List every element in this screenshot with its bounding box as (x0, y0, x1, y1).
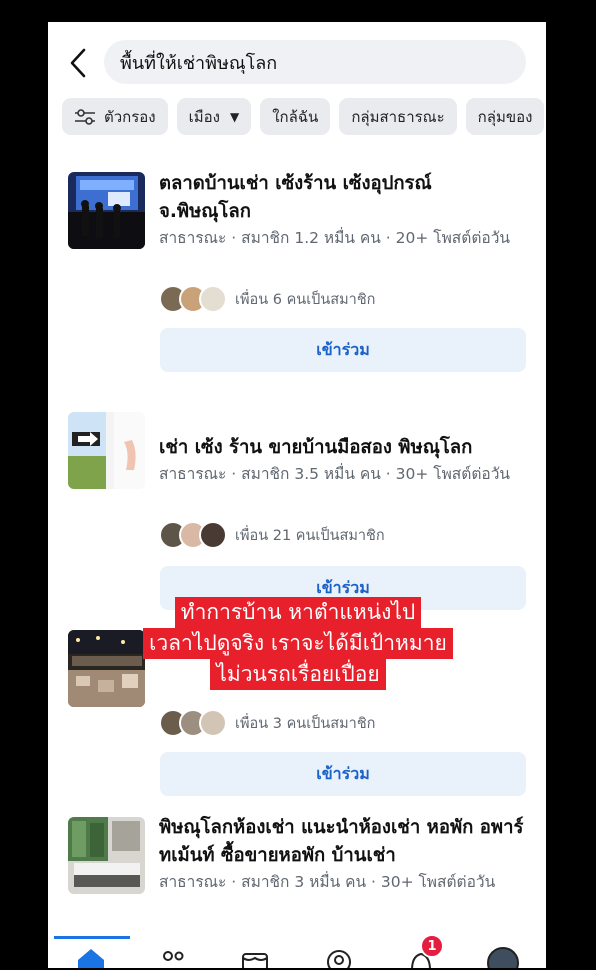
public-groups-chip-label: กลุ่มสาธารณะ (351, 107, 445, 126)
bottom-nav: 1 (48, 934, 546, 968)
search-header: พื้นที่ให้เช่าพิษณุโลก (48, 38, 546, 86)
caret-down-icon: ▼ (230, 109, 240, 124)
notification-badge: 1 (420, 934, 444, 958)
search-query: พื้นที่ให้เช่าพิษณุโลก (120, 52, 278, 74)
join-button[interactable]: เข้าร่วม (160, 328, 526, 372)
friends-icon[interactable] (158, 946, 188, 968)
group-meta: สาธารณะ · สมาชิก 3 หมื่น คน · 30+ โพสต์ต… (159, 873, 496, 891)
friends-row: เพื่อน 3 คนเป็นสมาชิก (159, 708, 375, 738)
group-thumbnail[interactable] (68, 412, 145, 489)
public-groups-chip[interactable]: กลุ่มสาธารณะ (339, 98, 457, 135)
friends-row: เพื่อน 21 คนเป็นสมาชิก (159, 520, 385, 550)
city-chip-label: เมือง (188, 107, 220, 126)
group-title[interactable]: เช่า เซ้ง ร้าน ขายบ้านมือสอง พิษณุโลก (159, 434, 529, 462)
caption-line: เวลาไปดูจริง เราจะได้มีเป้าหมาย (143, 628, 453, 659)
filter-chips: ตัวกรอง เมือง ▼ ใกล้ฉัน กลุ่มสาธารณะ กลุ… (62, 98, 545, 136)
avatar (199, 521, 227, 549)
caption-line: ไม่วนรถเรื่อยเปื่อย (210, 659, 386, 690)
search-input[interactable]: พื้นที่ให้เช่าพิษณุโลก (104, 40, 526, 84)
menu-avatar-icon[interactable] (486, 946, 519, 968)
friends-count: เพื่อน 6 คนเป็นสมาชิก (235, 291, 376, 308)
active-tab-indicator (54, 936, 130, 939)
marketplace-icon[interactable] (240, 946, 270, 968)
group-meta: สาธารณะ · สมาชิก 3.5 หมื่น คน · 30+ โพสต… (159, 465, 511, 483)
group-thumbnail[interactable] (68, 172, 145, 249)
avatar (199, 709, 227, 737)
city-chip[interactable]: เมือง ▼ (176, 98, 252, 135)
caption-line: ทำการบ้าน หาตำแหน่งไป (174, 597, 422, 628)
filter-chip-label: ตัวกรอง (104, 107, 156, 126)
my-groups-chip-label: กลุ่มของ (477, 107, 533, 126)
friends-count: เพื่อน 21 คนเป็นสมาชิก (235, 527, 385, 544)
friends-count: เพื่อน 3 คนเป็นสมาชิก (235, 715, 376, 732)
avatar (199, 285, 227, 313)
group-title[interactable]: พิษณุโลกห้องเช่า แนะนำห้องเช่า หอพัก อพา… (159, 814, 529, 870)
group-meta: สาธารณะ · สมาชิก 1.2 หมื่น คน · 20+ โพสต… (159, 229, 511, 247)
join-button[interactable]: เข้าร่วม (160, 752, 526, 796)
near-me-chip[interactable]: ใกล้ฉัน (260, 98, 331, 135)
near-me-chip-label: ใกล้ฉัน (272, 107, 319, 126)
video-caption: ทำการบ้าน หาตำแหน่งไป เวลาไปดูจริง เราจะ… (0, 597, 596, 690)
profile-icon[interactable] (324, 946, 354, 968)
sliders-icon (75, 108, 95, 125)
home-icon[interactable] (76, 946, 106, 968)
my-groups-chip[interactable]: กลุ่มของ (465, 98, 545, 135)
app-screen: พื้นที่ให้เช่าพิษณุโลก ตัวกรอง เมือง ▼ ใ… (48, 22, 546, 968)
friends-row: เพื่อน 6 คนเป็นสมาชิก (159, 284, 375, 314)
back-arrow-icon[interactable] (64, 46, 94, 80)
group-title[interactable]: ตลาดบ้านเช่า เซ้งร้าน เซ้งอุปกรณ์ จ.พิษณ… (159, 170, 529, 226)
filter-chip[interactable]: ตัวกรอง (62, 98, 168, 135)
group-thumbnail[interactable] (68, 817, 145, 894)
